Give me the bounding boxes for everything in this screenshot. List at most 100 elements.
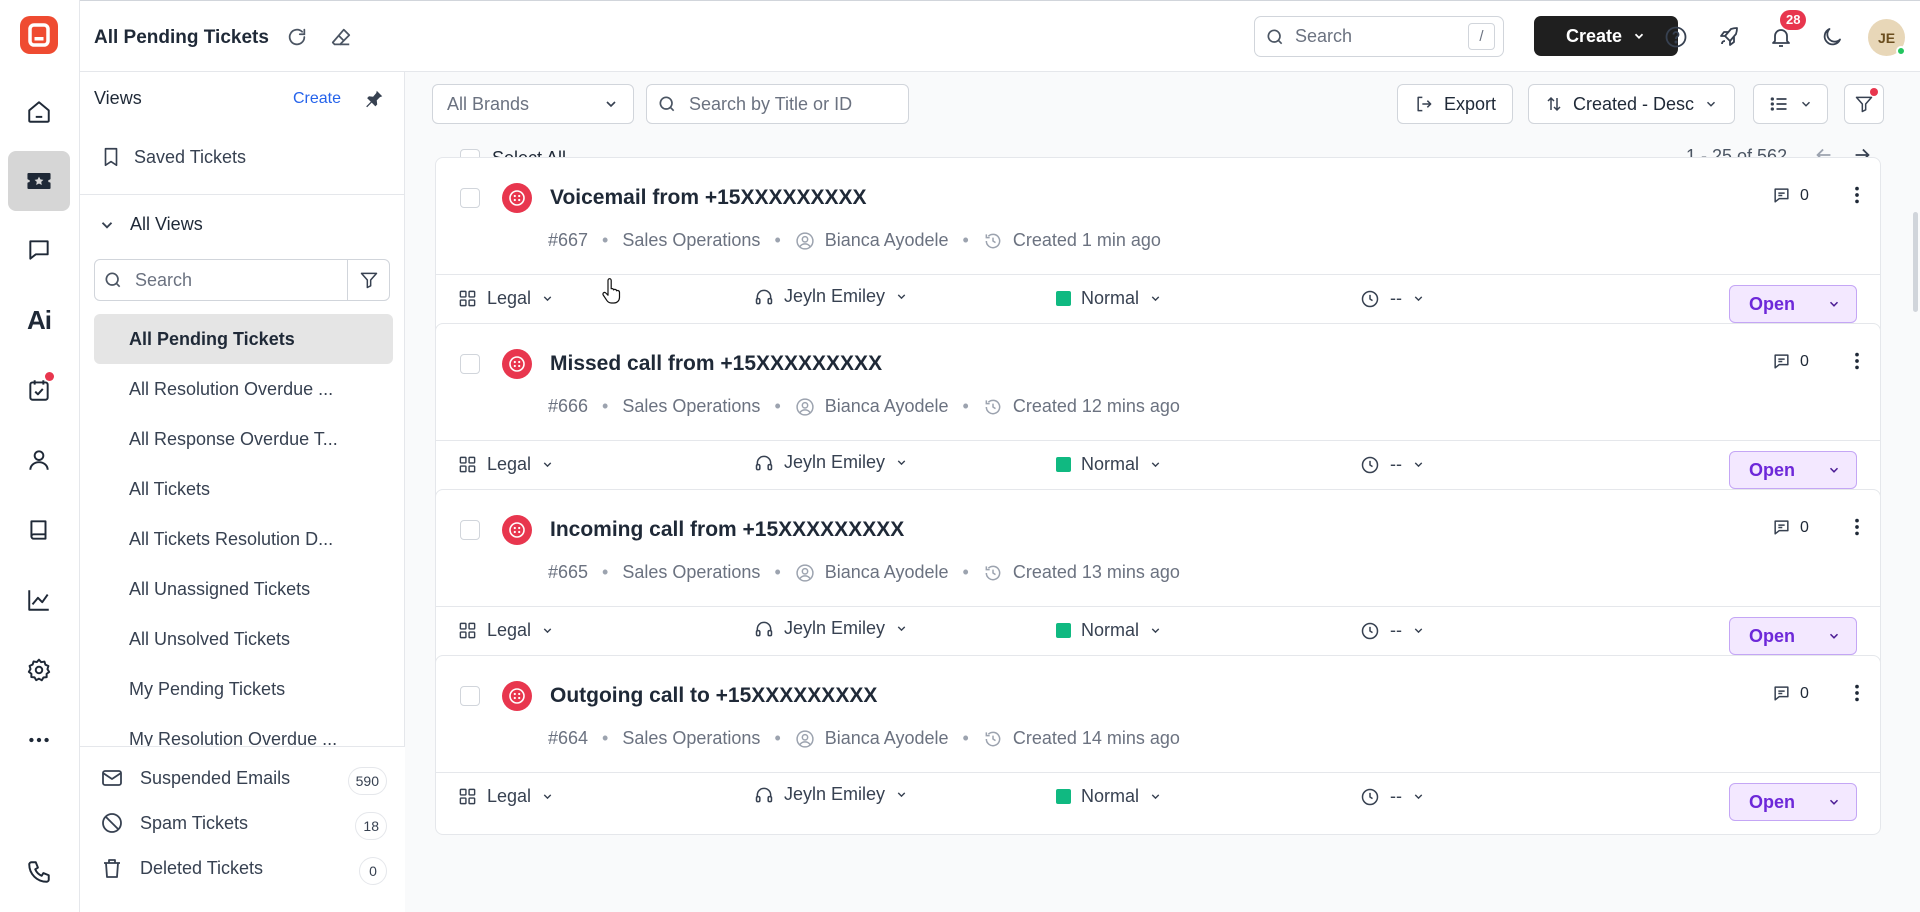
- more-vertical-icon[interactable]: [1846, 516, 1868, 538]
- comments-count[interactable]: 0: [1772, 352, 1809, 371]
- group-select[interactable]: Legal: [458, 620, 554, 641]
- home-icon[interactable]: [8, 82, 70, 142]
- more-icon[interactable]: [8, 710, 70, 770]
- contacts-icon[interactable]: [8, 430, 70, 490]
- help-icon[interactable]: [1664, 25, 1688, 49]
- ticket-card[interactable]: Missed call from +15XXXXXXXXX #666 • Sales …: [435, 323, 1881, 503]
- group-select[interactable]: Legal: [458, 454, 554, 475]
- user-avatar[interactable]: JE: [1868, 19, 1906, 56]
- spam-tickets-link[interactable]: Spam Tickets: [100, 811, 248, 835]
- ticket-title[interactable]: Incoming call from +15XXXXXXXXX: [550, 518, 904, 542]
- status-select[interactable]: Open: [1729, 451, 1857, 489]
- app-logo-icon[interactable]: [20, 16, 58, 54]
- dark-mode-moon-icon[interactable]: [1820, 25, 1844, 49]
- separator-dot: •: [602, 728, 609, 748]
- priority-select[interactable]: Normal: [1056, 786, 1162, 807]
- pin-icon[interactable]: [363, 88, 385, 110]
- ticket-card[interactable]: Incoming call from +15XXXXXXXXX #665 • Sale…: [435, 489, 1881, 669]
- refresh-icon[interactable]: [286, 26, 308, 48]
- status-select[interactable]: Open: [1729, 617, 1857, 655]
- ticket-id[interactable]: #664: [548, 728, 588, 749]
- ticket-checkbox[interactable]: [460, 354, 480, 374]
- chat-icon[interactable]: [8, 220, 70, 280]
- view-item-all-tickets[interactable]: All Tickets: [94, 464, 393, 514]
- deleted-tickets-count: 0: [359, 857, 387, 885]
- tickets-icon[interactable]: [8, 151, 70, 211]
- view-item-all-unsolved-tickets[interactable]: All Unsolved Tickets: [94, 614, 393, 664]
- view-item-all-unassigned-tickets[interactable]: All Unassigned Tickets: [94, 564, 393, 614]
- more-vertical-icon[interactable]: [1846, 184, 1868, 206]
- ticket-checkbox[interactable]: [460, 686, 480, 706]
- ticket-id[interactable]: #666: [548, 396, 588, 417]
- view-item-all-resolution-overdue[interactable]: All Resolution Overdue ...: [94, 364, 393, 414]
- agent-select[interactable]: Jeyln Emiley: [754, 784, 908, 805]
- create-view-link[interactable]: Create: [293, 90, 341, 108]
- status-select[interactable]: Open: [1729, 285, 1857, 323]
- ticket-id[interactable]: #667: [548, 230, 588, 251]
- settings-icon[interactable]: [8, 640, 70, 700]
- view-item-my-pending-tickets[interactable]: My Pending Tickets: [94, 664, 393, 714]
- saved-tickets-link[interactable]: Saved Tickets: [100, 146, 246, 168]
- ticket-requester[interactable]: Bianca Ayodele: [825, 230, 949, 251]
- view-item-all-response-overdue[interactable]: All Response Overdue T...: [94, 414, 393, 464]
- due-date-select[interactable]: --: [1360, 454, 1425, 475]
- ban-icon: [102, 813, 122, 833]
- due-date-select[interactable]: --: [1360, 288, 1425, 309]
- suspended-emails-link[interactable]: Suspended Emails: [100, 766, 290, 790]
- views-filter-icon[interactable]: [347, 260, 389, 300]
- ticket-card[interactable]: Voicemail from +15XXXXXXXXX #667 • Sales Op…: [435, 157, 1881, 337]
- filter-button[interactable]: [1844, 84, 1884, 124]
- phone-icon[interactable]: [8, 842, 70, 902]
- comments-count[interactable]: 0: [1772, 684, 1809, 703]
- more-vertical-icon[interactable]: [1846, 350, 1868, 372]
- ticket-id[interactable]: #665: [548, 562, 588, 583]
- ticket-checkbox[interactable]: [460, 520, 480, 540]
- due-date-select[interactable]: --: [1360, 786, 1425, 807]
- status-select[interactable]: Open: [1729, 783, 1857, 821]
- rocket-icon[interactable]: [1717, 25, 1741, 49]
- search-icon: [1267, 29, 1283, 44]
- reports-icon[interactable]: [8, 570, 70, 630]
- global-search-input[interactable]: Search /: [1254, 16, 1504, 57]
- ticket-requester[interactable]: Bianca Ayodele: [825, 728, 949, 749]
- knowledge-base-icon[interactable]: [8, 500, 70, 560]
- ticket-title[interactable]: Voicemail from +15XXXXXXXXX: [550, 186, 867, 210]
- priority-select[interactable]: Normal: [1056, 620, 1162, 641]
- scrollbar[interactable]: [1913, 212, 1918, 312]
- comments-count[interactable]: 0: [1772, 518, 1809, 537]
- comments-count[interactable]: 0: [1772, 186, 1809, 205]
- deleted-tickets-link[interactable]: Deleted Tickets: [100, 856, 263, 880]
- ticket-title[interactable]: Outgoing call to +15XXXXXXXXX: [550, 684, 877, 708]
- sort-select[interactable]: Created - Desc: [1528, 84, 1735, 124]
- export-button[interactable]: Export: [1397, 84, 1513, 124]
- agent-select[interactable]: Jeyln Emiley: [754, 452, 908, 473]
- ticket-title[interactable]: Missed call from +15XXXXXXXXX: [550, 352, 882, 376]
- brands-select[interactable]: All Brands: [432, 84, 634, 124]
- ticket-requester[interactable]: Bianca Ayodele: [825, 562, 949, 583]
- priority-color-swatch: [1056, 623, 1071, 638]
- all-views-toggle[interactable]: All Views: [98, 214, 203, 235]
- priority-select[interactable]: Normal: [1056, 288, 1162, 309]
- group-select[interactable]: Legal: [458, 786, 554, 807]
- priority-value: Normal: [1081, 454, 1140, 474]
- separator-dot: •: [962, 728, 969, 748]
- ticket-card[interactable]: Outgoing call to +15XXXXXXXXX #664 • Sales …: [435, 655, 1881, 835]
- ticket-checkbox[interactable]: [460, 188, 480, 208]
- ticket-search-input[interactable]: Search by Title or ID: [646, 84, 909, 124]
- group-select[interactable]: Legal: [458, 288, 554, 309]
- ticket-requester[interactable]: Bianca Ayodele: [825, 396, 949, 417]
- view-item-all-pending-tickets[interactable]: All Pending Tickets: [94, 314, 393, 364]
- list-layout-select[interactable]: [1753, 84, 1828, 124]
- comment-icon: [1774, 520, 1789, 535]
- eraser-icon[interactable]: [330, 26, 352, 48]
- tasks-icon[interactable]: [8, 360, 70, 420]
- agent-select[interactable]: Jeyln Emiley: [754, 286, 908, 307]
- view-item-all-tickets-resolution-due[interactable]: All Tickets Resolution D...: [94, 514, 393, 564]
- due-date-select[interactable]: --: [1360, 620, 1425, 641]
- ai-icon[interactable]: Ai: [8, 290, 70, 350]
- more-vertical-icon[interactable]: [1846, 682, 1868, 704]
- agent-select[interactable]: Jeyln Emiley: [754, 618, 908, 639]
- create-button[interactable]: Create: [1534, 16, 1678, 56]
- views-search-input[interactable]: Search: [94, 259, 390, 301]
- priority-select[interactable]: Normal: [1056, 454, 1162, 475]
